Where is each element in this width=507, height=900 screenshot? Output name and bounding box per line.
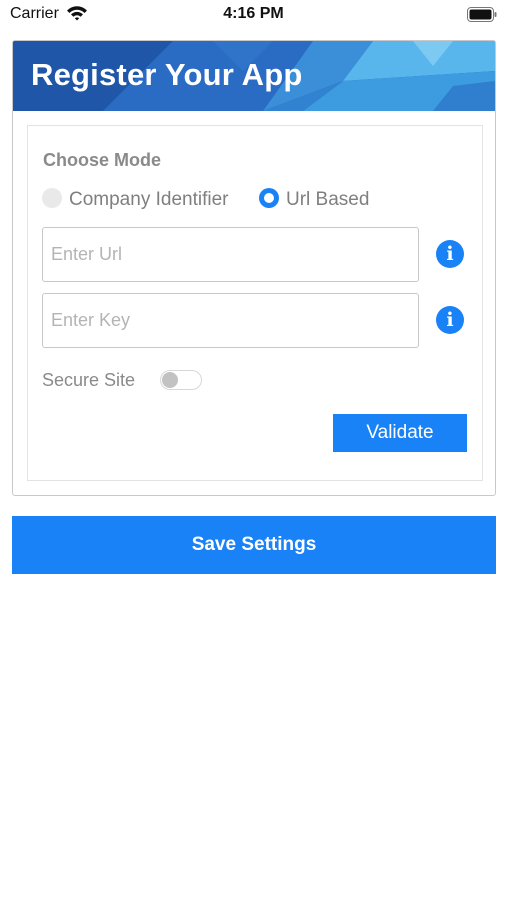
header-banner: Register Your App <box>13 41 495 111</box>
choose-mode-label: Choose Mode <box>43 150 162 170</box>
url-based-radio[interactable] <box>259 188 279 208</box>
battery-icon <box>467 7 497 22</box>
settings-panel: Choose Mode Company Identifier Url Based… <box>27 125 483 481</box>
validate-button[interactable]: Validate <box>333 414 467 452</box>
key-field <box>42 293 419 348</box>
key-info-icon[interactable]: i <box>436 306 464 334</box>
url-based-label[interactable]: Url Based <box>286 189 369 211</box>
page-title: Register Your App <box>31 57 303 92</box>
clock: 4:16 PM <box>223 5 284 22</box>
company-identifier-radio[interactable] <box>42 188 62 208</box>
status-bar: Carrier 4:16 PM <box>0 0 507 30</box>
secure-site-toggle[interactable] <box>160 370 202 390</box>
register-card: Register Your App Choose Mode Company Id… <box>12 40 496 496</box>
company-identifier-label[interactable]: Company Identifier <box>69 189 228 211</box>
url-field <box>42 227 419 282</box>
save-settings-button[interactable]: Save Settings <box>12 516 496 574</box>
url-input[interactable] <box>43 228 418 281</box>
secure-site-label: Secure Site <box>42 370 136 390</box>
key-input[interactable] <box>43 294 418 347</box>
url-info-icon[interactable]: i <box>436 240 464 268</box>
